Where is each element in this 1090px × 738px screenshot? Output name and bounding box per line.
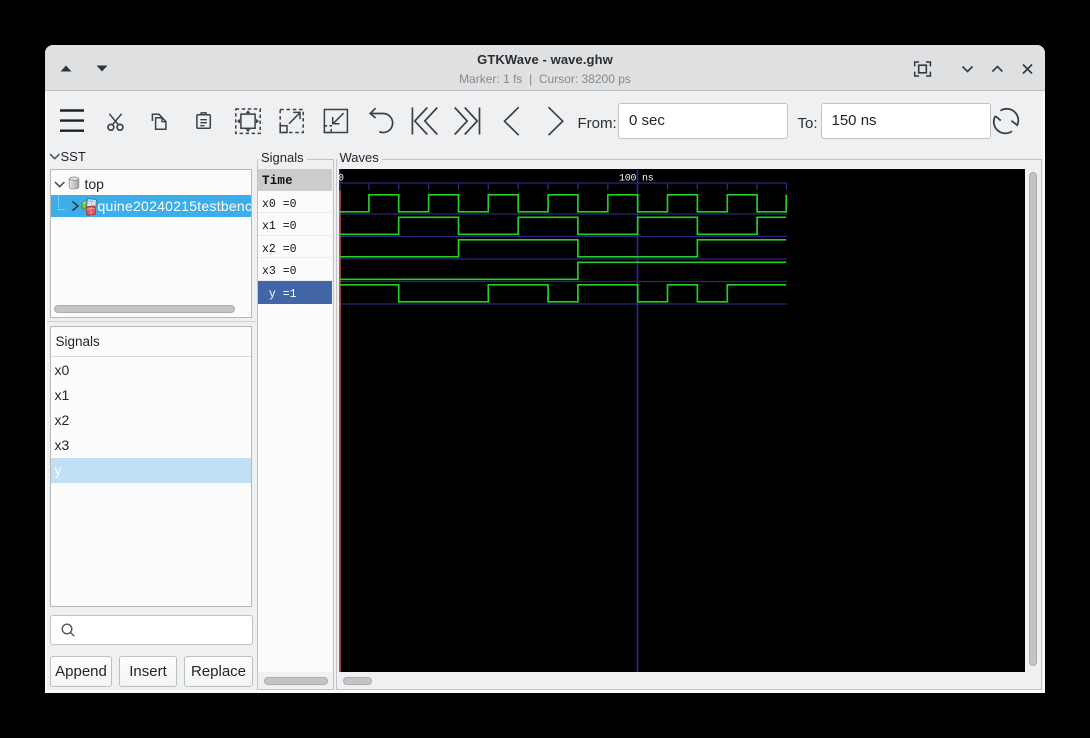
svg-text:0: 0 (339, 173, 344, 184)
svg-text:100 ns: 100 ns (619, 173, 654, 184)
